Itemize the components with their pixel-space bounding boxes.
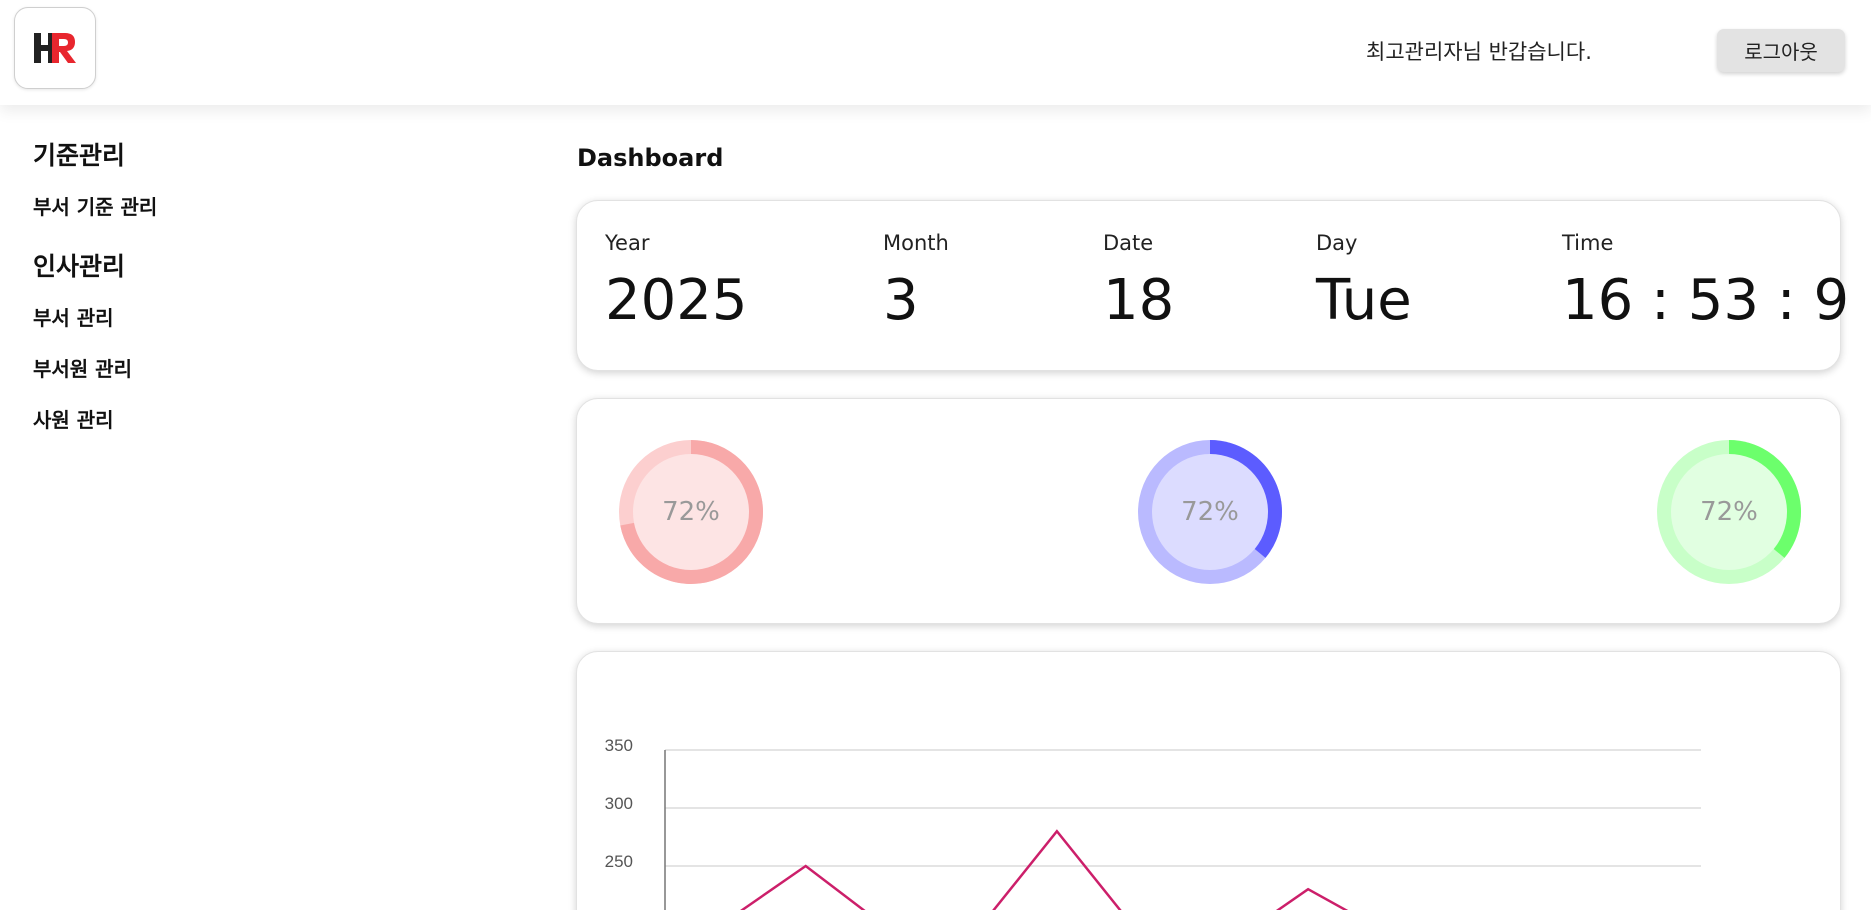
greeting-text: 최고관리자님 반갑습니다.: [1366, 40, 1592, 64]
y-tick-label: 350: [605, 736, 633, 755]
date-block: Date 18: [1103, 231, 1174, 333]
line-chart: 200250300350: [605, 736, 1701, 910]
day-value: Tue: [1316, 268, 1412, 333]
donut-red-label: 72%: [662, 497, 720, 527]
date-value: 18: [1103, 268, 1175, 333]
time-block: Time 16 : 53 : 9: [1562, 231, 1849, 333]
sidebar-item-department-members[interactable]: 부서원 관리: [33, 356, 333, 382]
donut-chart-blue: 72%: [1124, 426, 1296, 598]
sidebar-group-standards: 기준관리: [33, 141, 126, 170]
year-label: Year: [605, 231, 650, 255]
sidebar-item-employees[interactable]: 사원 관리: [33, 407, 333, 433]
time-value: 16 : 53 : 9: [1562, 268, 1850, 333]
logout-button[interactable]: 로그아웃: [1717, 29, 1845, 72]
day-label: Day: [1316, 231, 1358, 255]
hr-logo-icon: [34, 33, 76, 63]
year-block: Year 2025: [605, 231, 748, 333]
y-tick-label: 250: [605, 852, 633, 871]
series-line: [740, 829, 1349, 910]
date-label: Date: [1103, 231, 1154, 255]
donut-blue-label: 72%: [1181, 497, 1239, 527]
donut-chart-green: 72%: [1643, 426, 1815, 598]
datetime-card: Year 2025 Month 3 Date 18 Day Tue Time 1…: [576, 200, 1849, 371]
month-value: 3: [883, 268, 919, 333]
page-title: Dashboard: [577, 144, 724, 172]
top-header: 최고관리자님 반갑습니다. 로그아웃: [0, 0, 1871, 105]
month-label: Month: [883, 231, 949, 255]
month-block: Month 3: [883, 231, 949, 333]
donut-chart-red: 72%: [605, 426, 777, 598]
day-block: Day Tue: [1316, 231, 1412, 333]
line-chart-card: 200250300350: [576, 651, 1841, 910]
time-label: Time: [1562, 231, 1614, 255]
year-value: 2025: [605, 268, 748, 333]
donut-card: 72% 72% 72%: [576, 398, 1841, 624]
sidebar-item-departments[interactable]: 부서 관리: [33, 305, 333, 331]
sidebar-group-hr: 인사관리: [33, 252, 126, 281]
y-tick-label: 300: [605, 794, 633, 813]
donut-green-label: 72%: [1700, 497, 1758, 527]
sidebar: 기준관리 부서 기준 관리 인사관리 부서 관리 부서원 관리 사원 관리: [33, 140, 333, 458]
hr-logo[interactable]: [14, 7, 96, 89]
sidebar-item-department-standards[interactable]: 부서 기준 관리: [33, 194, 333, 220]
